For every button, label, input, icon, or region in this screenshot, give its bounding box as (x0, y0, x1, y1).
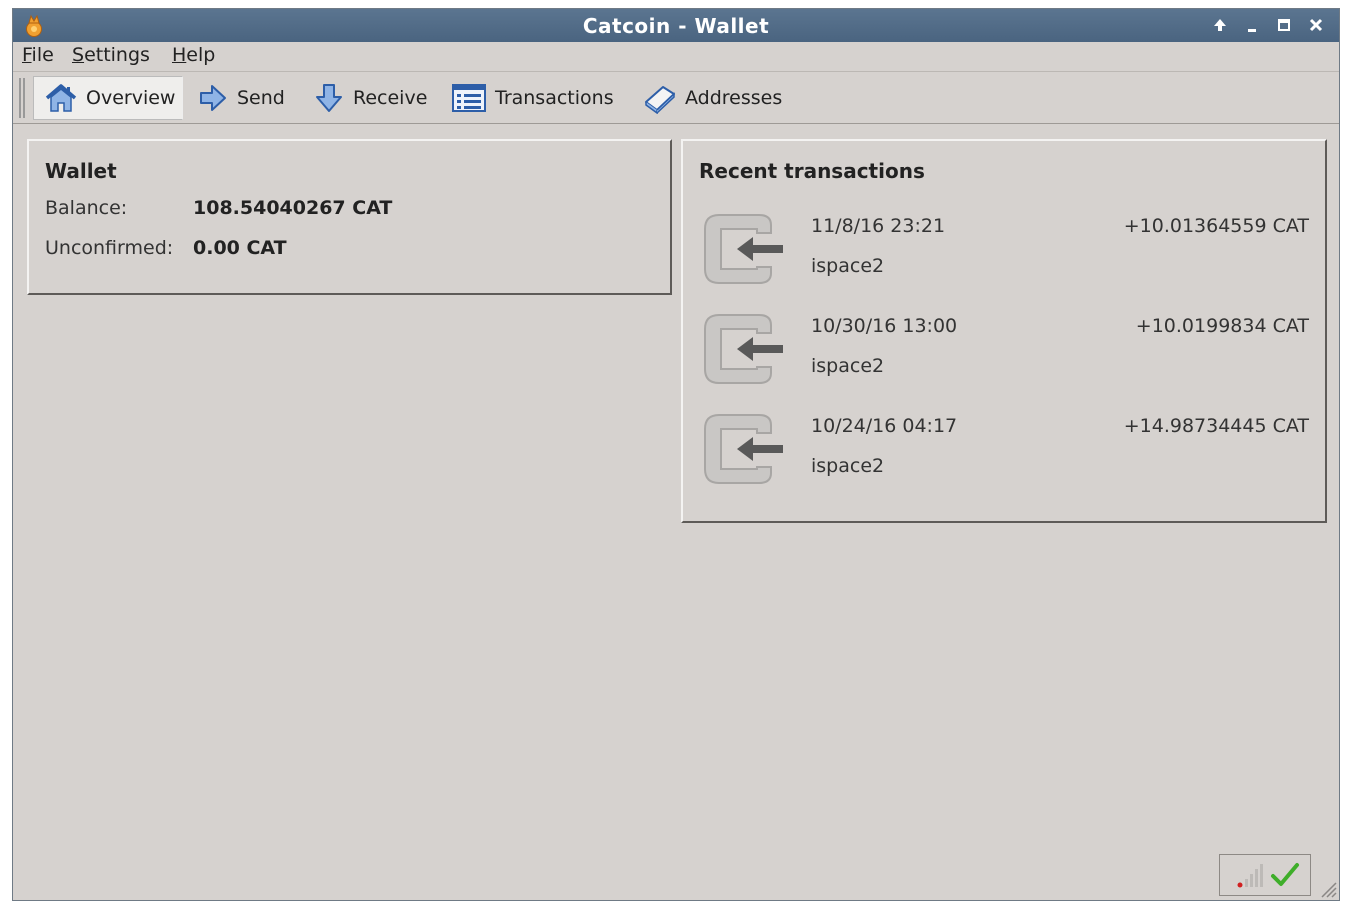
incoming-transaction-icon (704, 414, 783, 484)
transaction-date: 11/8/16 23:21 (811, 215, 946, 237)
transaction-address: ispace2 (811, 355, 885, 377)
address-book-icon (645, 86, 675, 114)
transaction-amount: +10.01364559 CAT (1123, 215, 1309, 237)
incoming-transaction-icon (704, 314, 783, 384)
recent-transactions-title: Recent transactions (699, 159, 925, 183)
main-window: Catcoin - Wallet File Settings Help Over… (12, 8, 1340, 901)
menu-file[interactable]: File (22, 44, 54, 66)
maximize-icon[interactable] (1273, 13, 1295, 37)
toolbar-grip[interactable] (19, 78, 25, 118)
menu-settings[interactable]: Settings (72, 44, 150, 66)
balance-label: Balance: (45, 197, 128, 219)
unconfirmed-value[interactable]: 0.00 CAT (193, 237, 287, 259)
close-icon[interactable] (1305, 13, 1327, 37)
tab-overview-label: Overview (86, 87, 176, 109)
wallet-title: Wallet (45, 159, 117, 183)
transactions-list-icon (452, 84, 486, 112)
status-bar-indicators (1219, 854, 1311, 896)
send-arrow-icon (200, 85, 226, 111)
minimize-icon[interactable] (1241, 13, 1263, 37)
tab-receive[interactable]: Receive (303, 76, 437, 120)
sync-complete-check-icon[interactable] (1270, 861, 1300, 889)
home-icon (45, 84, 77, 112)
balance-value[interactable]: 108.54040267 CAT (193, 197, 392, 219)
receive-arrow-icon (316, 84, 342, 112)
main-toolbar: Overview Send Receive Transactions Addre… (13, 72, 1339, 124)
network-signal-icon[interactable] (1236, 863, 1264, 889)
title-bar[interactable]: Catcoin - Wallet (13, 9, 1339, 42)
tab-transactions-label: Transactions (495, 87, 614, 109)
unconfirmed-label: Unconfirmed: (45, 237, 174, 259)
transaction-amount: +14.98734445 CAT (1123, 415, 1309, 437)
tab-addresses[interactable]: Addresses (633, 76, 792, 120)
recent-transactions-panel: Recent transactions 11/8/16 23:21 ispace… (681, 139, 1327, 523)
tab-send-label: Send (237, 87, 285, 109)
menu-bar: File Settings Help (13, 42, 1339, 72)
pin-up-icon[interactable] (1209, 13, 1231, 37)
wallet-panel: Wallet Balance: 108.54040267 CAT Unconfi… (27, 139, 672, 295)
transaction-address: ispace2 (811, 255, 885, 277)
tab-overview[interactable]: Overview (33, 76, 183, 120)
incoming-transaction-icon (704, 214, 783, 284)
transaction-date: 10/30/16 13:00 (811, 315, 958, 337)
tab-receive-label: Receive (353, 87, 428, 109)
tab-send[interactable]: Send (187, 76, 295, 120)
transaction-address: ispace2 (811, 455, 885, 477)
menu-help[interactable]: Help (172, 44, 215, 66)
transaction-amount: +10.0199834 CAT (1135, 315, 1309, 337)
tab-transactions[interactable]: Transactions (441, 76, 624, 120)
resize-grip-icon[interactable] (1319, 880, 1337, 898)
transaction-date: 10/24/16 04:17 (811, 415, 958, 437)
window-title: Catcoin - Wallet (582, 14, 770, 38)
tab-addresses-label: Addresses (685, 87, 783, 109)
